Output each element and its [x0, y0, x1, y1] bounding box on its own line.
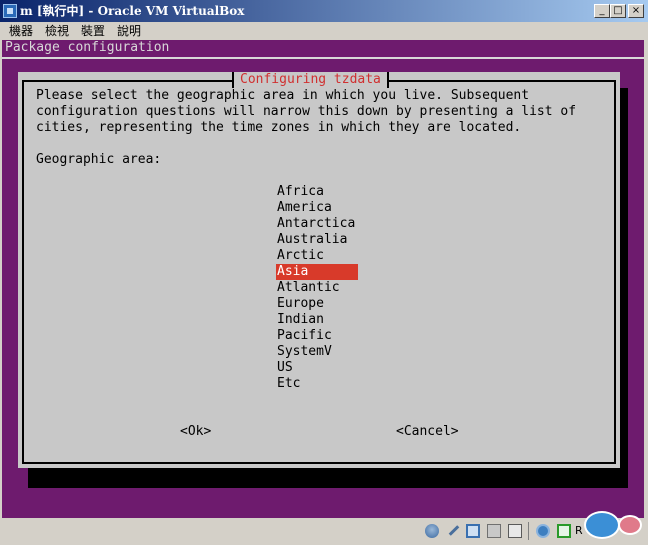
host-key-indicator: R: [575, 524, 583, 537]
area-option-pacific[interactable]: Pacific: [276, 328, 358, 344]
window-titlebar[interactable]: m [執行中] - Oracle VM VirtualBox _ □ ×: [0, 0, 648, 22]
menu-view[interactable]: 檢視: [45, 23, 69, 39]
menubar: 機器 檢視 裝置 說明: [0, 22, 648, 40]
minimize-button[interactable]: _: [594, 4, 610, 18]
dialog-description: Please select the geographic area in whi…: [36, 88, 577, 135]
shared-folder-icon[interactable]: [508, 524, 522, 538]
menu-machine[interactable]: 機器: [9, 23, 33, 39]
area-option-australia[interactable]: Australia: [276, 232, 358, 248]
tzdata-dialog: Configuring tzdata Please select the geo…: [18, 72, 620, 468]
window-title: m [執行中] - Oracle VM VirtualBox: [20, 4, 245, 18]
watermark-logo: [584, 511, 644, 541]
close-button[interactable]: ×: [628, 4, 644, 18]
usb-icon[interactable]: [487, 524, 501, 538]
menu-devices[interactable]: 裝置: [81, 23, 105, 39]
mouse-integration-icon[interactable]: [557, 524, 571, 538]
cancel-button[interactable]: <Cancel>: [396, 424, 459, 440]
menu-help[interactable]: 說明: [117, 23, 141, 39]
area-option-asia[interactable]: Asia: [276, 264, 358, 280]
maximize-button[interactable]: □: [610, 4, 626, 18]
watermark-dot-icon: [618, 515, 642, 535]
header-divider: [2, 57, 644, 59]
area-option-antarctica[interactable]: Antarctica: [276, 216, 358, 232]
geographic-area-list: Africa America Antarctica Australia Arct…: [276, 184, 358, 392]
network-icon[interactable]: [466, 524, 480, 538]
area-option-atlantic[interactable]: Atlantic: [276, 280, 358, 296]
statusbar: R: [0, 518, 648, 545]
area-option-africa[interactable]: Africa: [276, 184, 358, 200]
area-option-america[interactable]: America: [276, 200, 358, 216]
watermark-badge-icon: [584, 511, 620, 539]
area-option-europe[interactable]: Europe: [276, 296, 358, 312]
statusbar-separator: [528, 522, 529, 540]
area-option-us[interactable]: US: [276, 360, 358, 376]
mouse-capture-icon[interactable]: [536, 524, 550, 538]
area-option-etc[interactable]: Etc: [276, 376, 358, 392]
dialog-title: Configuring tzdata: [232, 72, 389, 88]
package-configuration-header: Package configuration: [5, 40, 170, 55]
hard-disk-icon[interactable]: [425, 524, 439, 538]
area-option-arctic[interactable]: Arctic: [276, 248, 358, 264]
vm-screen[interactable]: Package configuration Configuring tzdata…: [2, 40, 644, 518]
area-option-indian[interactable]: Indian: [276, 312, 358, 328]
area-option-systemv[interactable]: SystemV: [276, 344, 358, 360]
geographic-area-label: Geographic area:: [36, 152, 162, 167]
optical-drive-icon[interactable]: [446, 524, 460, 538]
virtualbox-app-icon[interactable]: [3, 4, 17, 18]
ok-button[interactable]: <Ok>: [180, 424, 211, 440]
